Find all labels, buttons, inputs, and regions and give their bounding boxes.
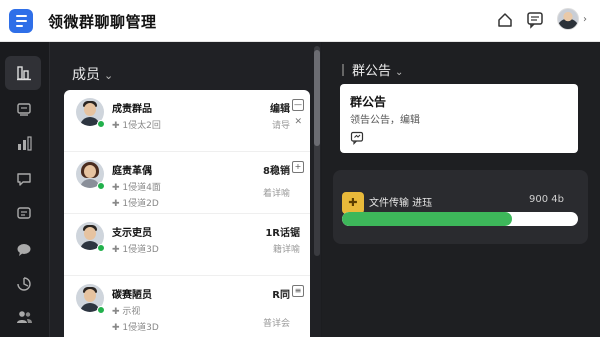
comment-icon[interactable] bbox=[15, 205, 33, 223]
dashboard-icon[interactable] bbox=[15, 64, 33, 82]
member-action-secondary[interactable]: 请导 bbox=[272, 118, 290, 131]
member-action-button[interactable]: 编辑 bbox=[270, 100, 290, 115]
member-row[interactable]: 庭责革偶 ✚ 1侵道4面 ✚ 1侵道2D 8稳销 + 着详喻 bbox=[64, 152, 310, 214]
announcement-card-title: 群公告 bbox=[350, 95, 387, 109]
member-name: 成责群品 bbox=[112, 104, 152, 115]
home-icon[interactable] bbox=[495, 10, 515, 30]
members-list: 成责群品 ✚ 1侵太2回 编辑 — 请导 ✕ 庭责革偶 ✚ 1侵道4面 ✚ 1侵… bbox=[64, 90, 310, 337]
member-role-secondary: ✚ 1侵道2D bbox=[112, 199, 159, 209]
member-name: 庭责革偶 bbox=[112, 166, 152, 177]
user-avatar[interactable] bbox=[557, 8, 579, 30]
member-name: 支示吏员 bbox=[112, 228, 152, 239]
edit-icon[interactable]: — bbox=[292, 99, 304, 111]
transfer-size: 900 4b bbox=[529, 194, 564, 205]
scroll-thumb[interactable] bbox=[314, 50, 320, 146]
members-heading-label: 成员 bbox=[72, 67, 100, 83]
member-role-secondary: ✚ 1侵道3D bbox=[112, 323, 159, 333]
comment-icon[interactable] bbox=[350, 131, 364, 145]
member-role: ✚ 1侵道3D bbox=[112, 245, 159, 255]
member-name: 碳赛陋员 bbox=[112, 290, 152, 301]
member-role: ✚ 1侵道4面 bbox=[112, 183, 161, 193]
file-icon: ✚ bbox=[342, 192, 364, 214]
users-icon[interactable] bbox=[15, 308, 33, 326]
chat-icon[interactable] bbox=[15, 170, 33, 188]
discussion-icon[interactable] bbox=[15, 240, 33, 258]
stats-icon[interactable] bbox=[15, 135, 33, 153]
chevron-down-icon: ⌄ bbox=[104, 69, 114, 82]
member-row[interactable]: 成责群品 ✚ 1侵太2回 编辑 — 请导 ✕ bbox=[64, 90, 310, 152]
member-row[interactable]: 支示吏员 ✚ 1侵道3D 1R话锯 籍详喻 bbox=[64, 214, 310, 276]
top-bar: 领微群聊聊管理 › bbox=[0, 0, 600, 42]
announcement-icon[interactable] bbox=[15, 100, 33, 118]
members-panel: 成员 ⌄ 成责群品 ✚ 1侵太2回 编辑 — 请导 ✕ 庭责革偶 ✚ 1侵道4面 … bbox=[50, 42, 321, 337]
close-icon[interactable]: ✕ bbox=[294, 117, 302, 127]
chevron-down-icon: ⌄ bbox=[395, 67, 404, 78]
add-icon[interactable]: + bbox=[292, 161, 304, 173]
announcement-card-body: 领告公告，编辑 bbox=[350, 115, 420, 126]
announcement-panel: 群公告 ⌄ 群公告 领告公告，编辑 ✚ 文件传输 进珏 900 4b bbox=[322, 42, 600, 337]
member-action-button[interactable]: 1R话锯 bbox=[265, 224, 300, 239]
online-status-icon bbox=[97, 244, 105, 252]
heading-divider bbox=[342, 64, 344, 76]
member-row[interactable]: 碳赛陋员 ✚ 示视 ✚ 1侵道3D R同 ≡ 普详会 bbox=[64, 276, 310, 337]
progress-fill bbox=[342, 212, 512, 226]
message-icon[interactable] bbox=[525, 10, 545, 30]
member-action-secondary[interactable]: 普详会 bbox=[263, 316, 290, 329]
progress-track bbox=[342, 212, 578, 226]
online-status-icon bbox=[97, 306, 105, 314]
sidebar bbox=[0, 42, 50, 337]
member-role: ✚ 示视 bbox=[112, 307, 141, 317]
file-transfer-card: ✚ 文件传输 进珏 900 4b bbox=[333, 170, 588, 244]
member-action-button[interactable]: 8稳销 bbox=[263, 162, 290, 177]
history-icon[interactable] bbox=[15, 275, 33, 293]
announcement-heading[interactable]: 群公告 ⌄ bbox=[342, 60, 403, 79]
online-status-icon bbox=[97, 182, 105, 190]
transfer-label: 文件传输 进珏 bbox=[369, 198, 433, 209]
chevron-down-icon[interactable]: › bbox=[583, 14, 587, 25]
member-action-secondary[interactable]: 籍详喻 bbox=[273, 242, 300, 255]
app-logo-icon[interactable] bbox=[9, 9, 33, 33]
scrollbar[interactable] bbox=[314, 46, 320, 256]
member-action-secondary[interactable]: 着详喻 bbox=[263, 186, 290, 199]
announcement-card[interactable]: 群公告 领告公告，编辑 bbox=[340, 84, 578, 153]
members-heading[interactable]: 成员 ⌄ bbox=[72, 64, 113, 84]
app-title: 领微群聊聊管理 bbox=[48, 13, 157, 31]
member-action-button[interactable]: R同 bbox=[272, 286, 290, 301]
member-role: ✚ 1侵太2回 bbox=[112, 121, 161, 131]
announcement-heading-label: 群公告 bbox=[352, 64, 392, 79]
online-status-icon bbox=[97, 120, 105, 128]
menu-icon[interactable]: ≡ bbox=[292, 285, 304, 297]
